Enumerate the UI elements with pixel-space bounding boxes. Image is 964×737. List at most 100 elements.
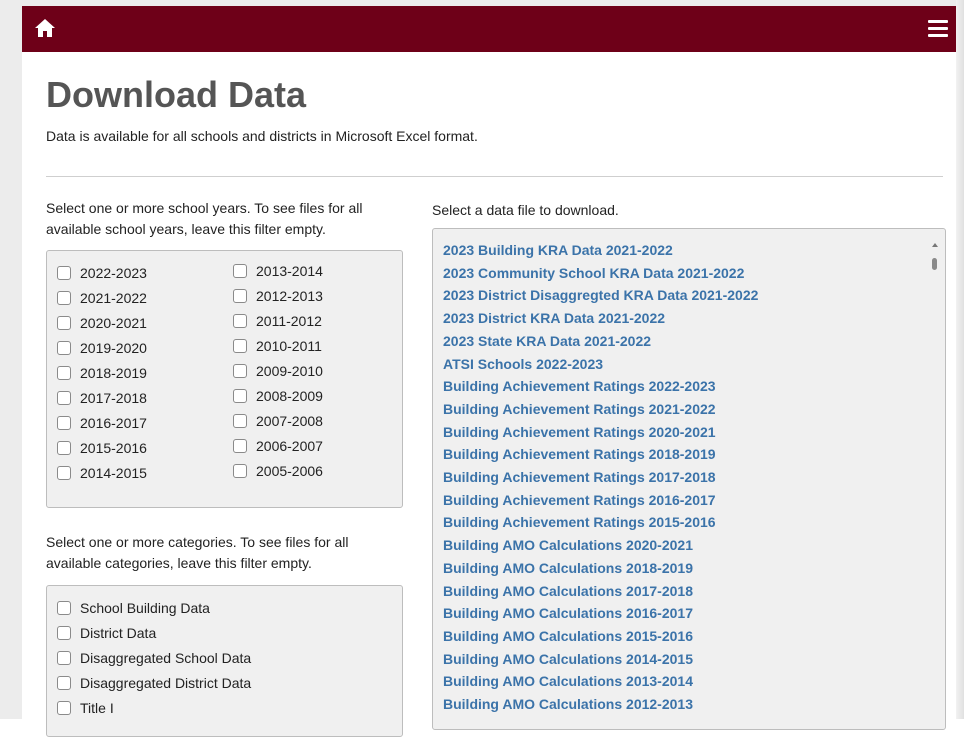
file-download-link[interactable]: Building AMO Calculations 2014-2015 [443,651,693,667]
window-frame-right [956,0,964,719]
categories-filter-instruction: Select one or more categories. To see fi… [46,532,406,574]
filter-checkbox-item[interactable]: District Data [57,625,156,641]
categories-instruction-line: Select one or more categories. To see fi… [46,534,349,550]
filter-checkbox-item[interactable]: 2013-2014 [233,263,323,279]
years-filter-instruction: Select one or more school years. To see … [46,198,406,240]
filter-checkbox-item[interactable]: Disaggregated School Data [57,650,251,666]
checkbox[interactable] [57,341,71,355]
file-download-link[interactable]: Building AMO Calculations 2013-2014 [443,673,693,689]
file-download-link[interactable]: 2023 Community School KRA Data 2021-2022 [443,265,744,281]
files-scrollbar[interactable] [929,243,941,723]
filter-checkbox-item[interactable]: Disaggregated District Data [57,675,251,691]
checkbox-label: 2010-2011 [256,338,322,354]
file-download-link[interactable]: 2023 State KRA Data 2021-2022 [443,333,651,349]
files-label: Select a data file to download. [432,202,619,218]
filter-checkbox-item[interactable]: 2005-2006 [233,463,323,479]
checkbox-label: 2015-2016 [80,440,147,456]
checkbox-label: 2008-2009 [256,388,323,404]
file-download-link[interactable]: Building AMO Calculations 2016-2017 [443,605,693,621]
checkbox[interactable] [57,626,71,640]
checkbox-label: 2019-2020 [80,340,147,356]
file-download-link[interactable]: Building Achievement Ratings 2015-2016 [443,514,716,530]
checkbox[interactable] [57,676,71,690]
checkbox[interactable] [233,289,247,303]
checkbox-label: 2009-2010 [256,363,323,379]
filter-checkbox-item[interactable]: Title I [57,700,114,716]
checkbox-label: 2018-2019 [80,365,147,381]
checkbox-label: 2012-2013 [256,288,323,304]
filter-checkbox-item[interactable]: 2022-2023 [57,265,147,281]
filter-checkbox-item[interactable]: 2016-2017 [57,415,147,431]
filter-checkbox-item[interactable]: 2011-2012 [233,313,322,329]
menu-bar [928,26,948,30]
file-download-link[interactable]: 2023 Building KRA Data 2021-2022 [443,242,673,258]
filter-checkbox-item[interactable]: 2020-2021 [57,315,147,331]
checkbox[interactable] [233,464,247,478]
checkbox[interactable] [57,291,71,305]
page-title: Download Data [46,74,307,115]
file-download-link[interactable]: ATSI Schools 2022-2023 [443,356,603,372]
files-list[interactable]: 2023 Building KRA Data 2021-2022 2023 Com… [432,228,946,730]
scroll-up-arrow-icon[interactable] [932,243,938,247]
checkbox[interactable] [233,389,247,403]
file-download-link[interactable]: 2023 District Disaggregted KRA Data 2021… [443,287,758,303]
filter-checkbox-item[interactable]: School Building Data [57,600,210,616]
checkbox[interactable] [233,364,247,378]
file-download-link[interactable]: Building AMO Calculations 2015-2016 [443,628,693,644]
file-download-link[interactable]: Building Achievement Ratings 2020-2021 [443,424,716,440]
file-download-link[interactable]: 2023 District KRA Data 2021-2022 [443,310,665,326]
checkbox[interactable] [57,441,71,455]
checkbox[interactable] [57,391,71,405]
checkbox-label: 2014-2015 [80,465,147,481]
filter-checkbox-item[interactable]: 2014-2015 [57,465,147,481]
filter-checkbox-item[interactable]: 2018-2019 [57,365,147,381]
checkbox-label: 2005-2006 [256,463,323,479]
home-button[interactable] [30,14,60,42]
checkbox[interactable] [57,651,71,665]
checkbox[interactable] [233,314,247,328]
filter-checkbox-item[interactable]: 2012-2013 [233,288,323,304]
file-download-link[interactable]: Building AMO Calculations 2020-2021 [443,537,693,553]
checkbox[interactable] [57,416,71,430]
filter-checkbox-item[interactable]: 2009-2010 [233,363,323,379]
filter-checkbox-item[interactable]: 2006-2007 [233,438,323,454]
checkbox[interactable] [57,366,71,380]
hamburger-menu-button[interactable] [928,16,948,40]
page-content: Download Data Data is available for all … [22,52,956,737]
checkbox[interactable] [57,601,71,615]
file-download-link[interactable]: Building Achievement Ratings 2022-2023 [443,378,716,394]
checkbox[interactable] [233,339,247,353]
filter-checkbox-item[interactable]: 2017-2018 [57,390,147,406]
checkbox-label: School Building Data [80,600,210,616]
checkbox-label: 2016-2017 [80,415,147,431]
file-download-link[interactable]: Building Achievement Ratings 2016-2017 [443,492,716,508]
scrollbar-thumb[interactable] [932,258,937,270]
file-download-link[interactable]: Building Achievement Ratings 2017-2018 [443,469,716,485]
checkbox[interactable] [233,264,247,278]
filter-checkbox-item[interactable]: 2010-2011 [233,338,322,354]
checkbox[interactable] [233,414,247,428]
checkbox-label: 2017-2018 [80,390,147,406]
file-download-link[interactable]: Building AMO Calculations 2012-2013 [443,696,693,712]
filter-checkbox-item[interactable]: 2019-2020 [57,340,147,356]
filter-checkbox-item[interactable]: 2015-2016 [57,440,147,456]
file-download-link[interactable]: Building Achievement Ratings 2018-2019 [443,446,716,462]
filter-checkbox-item[interactable]: 2021-2022 [57,290,147,306]
divider [46,176,943,177]
checkbox[interactable] [57,266,71,280]
file-download-link[interactable]: Building Achievement Ratings 2021-2022 [443,401,716,417]
checkbox[interactable] [57,701,71,715]
window-frame-left [0,0,22,719]
checkbox-label: 2006-2007 [256,438,323,454]
file-download-link[interactable]: Building AMO Calculations 2018-2019 [443,560,693,576]
menu-bar [928,33,948,37]
filter-checkbox-item[interactable]: 2008-2009 [233,388,323,404]
filter-checkbox-item[interactable]: 2007-2008 [233,413,323,429]
checkbox-label: Title I [80,700,114,716]
years-filter-box: 2022-2023 2021-2022 2020-2021 2019-2020 2018… [46,250,403,508]
file-download-link[interactable]: Building AMO Calculations 2017-2018 [443,583,693,599]
checkbox[interactable] [57,466,71,480]
checkbox[interactable] [233,439,247,453]
page-subtitle: Data is available for all schools and di… [46,128,478,144]
checkbox[interactable] [57,316,71,330]
